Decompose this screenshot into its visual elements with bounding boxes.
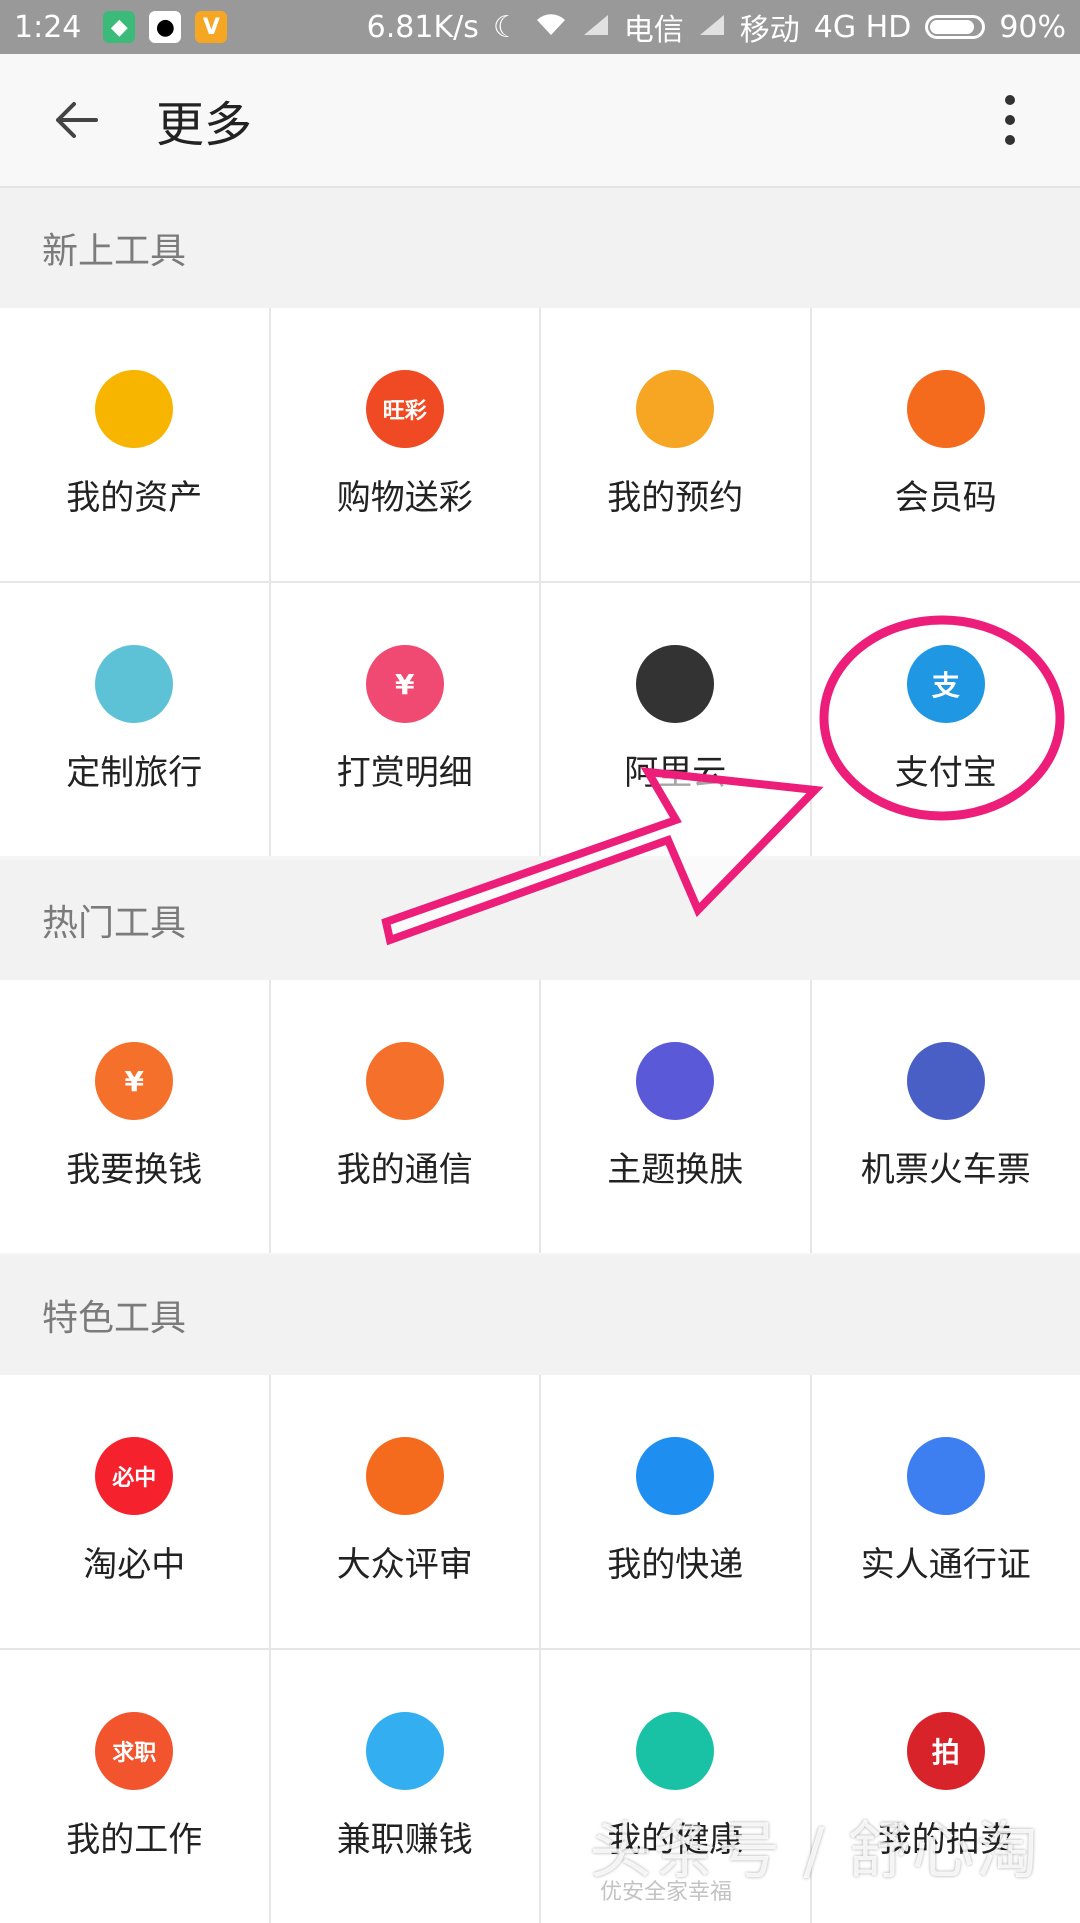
tool-label: 我的预约 bbox=[607, 470, 743, 519]
tool-label: 我的资产 bbox=[66, 470, 202, 519]
cloud-person-icon bbox=[366, 1712, 444, 1790]
tool-item[interactable]: 我的预约 bbox=[541, 308, 810, 581]
signal-icon bbox=[698, 10, 726, 45]
tool-label: 我的快递 bbox=[607, 1537, 743, 1586]
carrier-1: 电信 bbox=[624, 5, 684, 49]
plane-icon bbox=[907, 1042, 985, 1120]
v-app-icon: V bbox=[195, 11, 227, 43]
tool-label: 定制旅行 bbox=[66, 745, 202, 794]
tool-item[interactable]: 必中淘必中 bbox=[0, 1375, 269, 1648]
tool-item[interactable]: ¥ 打赏明细 bbox=[271, 583, 540, 856]
section-header-featured-tools: 特色工具 bbox=[0, 1255, 1080, 1375]
wifi-icon bbox=[534, 10, 568, 45]
carrier-2: 移动 bbox=[740, 5, 800, 49]
coin-bag-icon: ¥ bbox=[95, 1042, 173, 1120]
tool-label: 大众评审 bbox=[337, 1537, 473, 1586]
tool-label: 我的通信 bbox=[337, 1142, 473, 1191]
tool-item[interactable]: 实人通行证 bbox=[812, 1375, 1080, 1648]
watermark-subtext: 优安全家幸福 bbox=[600, 1874, 732, 1906]
pencil-ruler-icon bbox=[95, 645, 173, 723]
tool-label: 淘必中 bbox=[83, 1537, 185, 1586]
status-time: 1:24 bbox=[14, 10, 81, 45]
phone-icon bbox=[366, 1042, 444, 1120]
tool-item[interactable]: 支支付宝 bbox=[812, 583, 1080, 856]
shield-icon: ◆ bbox=[103, 11, 135, 43]
tool-label: 会员码 bbox=[895, 470, 997, 519]
more-vertical-icon bbox=[1002, 94, 1018, 146]
bird-icon bbox=[636, 1437, 714, 1515]
tool-item[interactable]: ¥ 我要换钱 bbox=[0, 980, 269, 1253]
tool-label: 实人通行证 bbox=[861, 1537, 1031, 1586]
judge-icon bbox=[366, 1437, 444, 1515]
section-header-hot-tools: 热门工具 bbox=[0, 860, 1080, 980]
notepad-icon bbox=[636, 370, 714, 448]
tool-label: 支付宝 bbox=[895, 745, 997, 794]
tool-item[interactable]: 求职我的工作 bbox=[0, 1650, 269, 1923]
tool-label: 打赏明细 bbox=[337, 745, 473, 794]
app-bar: 更多 bbox=[0, 54, 1080, 188]
tool-label: 我要换钱 bbox=[66, 1142, 202, 1191]
battery-icon bbox=[925, 15, 985, 39]
tool-item[interactable]: 机票火车票 bbox=[812, 980, 1080, 1253]
tool-item[interactable]: 我的通信 bbox=[271, 980, 540, 1253]
network-speed: 6.81K/s bbox=[367, 10, 479, 45]
tool-label: 主题换肤 bbox=[607, 1142, 743, 1191]
tool-item[interactable]: 会员码 bbox=[812, 308, 1080, 581]
tool-item[interactable]: 我的资产 bbox=[0, 308, 269, 581]
palette-icon bbox=[636, 1042, 714, 1120]
money-bag-icon bbox=[95, 370, 173, 448]
verified-person-icon bbox=[907, 1437, 985, 1515]
tool-item[interactable]: 定制旅行 bbox=[0, 583, 269, 856]
tool-item[interactable]: 阿里云 bbox=[541, 583, 810, 856]
network-type: 4G HD bbox=[814, 10, 912, 45]
moon-icon: ☾ bbox=[493, 10, 520, 45]
arrow-left-icon bbox=[52, 96, 100, 144]
tool-item[interactable]: 大众评审 bbox=[271, 1375, 540, 1648]
tool-item[interactable]: 兼职赚钱 bbox=[271, 1650, 540, 1923]
alipay-icon: 支 bbox=[907, 645, 985, 723]
tool-item[interactable]: 我的快递 bbox=[541, 1375, 810, 1648]
qq-icon: ● bbox=[149, 11, 181, 43]
tool-label: 购物送彩 bbox=[337, 470, 473, 519]
section-header-new-tools: 新上工具 bbox=[0, 188, 1080, 308]
page-title: 更多 bbox=[156, 85, 252, 155]
signal-icon bbox=[582, 10, 610, 45]
taobizhong-icon: 必中 bbox=[95, 1437, 173, 1515]
tool-label: 阿里云 bbox=[624, 745, 726, 794]
tool-item[interactable]: 主题换肤 bbox=[541, 980, 810, 1253]
heart-pulse-icon bbox=[636, 1712, 714, 1790]
tool-item[interactable]: 旺彩购物送彩 bbox=[271, 308, 540, 581]
battery-level: 90% bbox=[999, 10, 1066, 45]
more-options-button[interactable] bbox=[980, 80, 1040, 160]
lottery-icon: 旺彩 bbox=[366, 370, 444, 448]
tool-label: 我的工作 bbox=[66, 1812, 202, 1861]
reward-hand-icon: ¥ bbox=[366, 645, 444, 723]
tool-label: 兼职赚钱 bbox=[337, 1812, 473, 1861]
tool-grid-hot: ¥ 我要换钱 我的通信 主题换肤 机票火车票 bbox=[0, 980, 1080, 1253]
status-bar: 1:24 ◆ ● V 6.81K/s ☾ 电信 移动 4G HD 90% bbox=[0, 0, 1080, 54]
tool-grid-new: 我的资产旺彩购物送彩我的预约会员码定制旅行¥打赏明细阿里云支支付宝 bbox=[0, 308, 1080, 856]
tool-label: 机票火车票 bbox=[861, 1142, 1031, 1191]
qrcode-icon bbox=[907, 370, 985, 448]
auction-icon: 拍 bbox=[907, 1712, 985, 1790]
job-icon: 求职 bbox=[95, 1712, 173, 1790]
aliyun-icon bbox=[636, 645, 714, 723]
back-button[interactable] bbox=[36, 80, 116, 160]
